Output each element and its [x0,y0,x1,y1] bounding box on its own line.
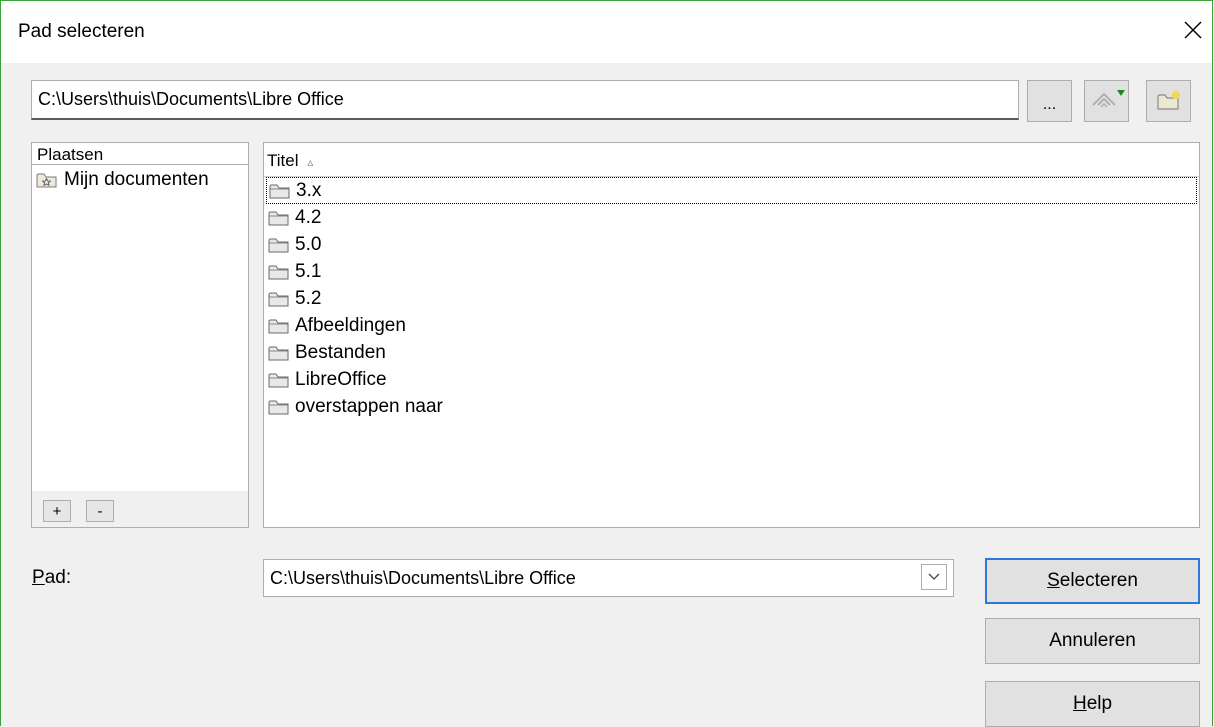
remove-place-label: - [97,502,103,520]
folder-icon [268,373,289,387]
places-item-label: Mijn documenten [64,169,209,190]
browse-button-label: ... [1042,96,1057,113]
column-header-label: Titel [267,151,299,170]
add-place-button[interactable]: + [43,500,71,522]
cancel-button[interactable]: Annuleren [985,618,1200,664]
file-name: 4.2 [295,206,322,228]
file-name: 3.x [296,179,322,201]
folder-icon [268,400,289,414]
file-list-item[interactable]: Bestanden [266,339,1197,366]
folder-icon [268,319,289,333]
select-button[interactable]: Selecteren [985,558,1200,604]
select-label-rest: electeren [1059,570,1138,591]
folder-icon [269,184,290,198]
file-name: Bestanden [295,341,386,363]
file-list-item[interactable]: LibreOffice [266,366,1197,393]
browse-button[interactable]: ... [1027,80,1072,122]
favorite-folder-icon [36,173,57,188]
file-name: Afbeeldingen [295,314,406,336]
file-name: 5.1 [295,260,322,282]
folder-icon [268,292,289,306]
file-list-item[interactable]: 5.0 [266,231,1197,258]
close-button[interactable] [1172,9,1212,49]
places-item-my-documents[interactable]: Mijn documenten [36,169,246,191]
path-label: Pad: [32,567,71,589]
file-list-item[interactable]: Afbeeldingen [266,312,1197,339]
places-header: Plaatsen [32,143,248,165]
file-list: 3.x 4.2 5.0 5.1 5.2 Afbeeldingen Bestanden Libr… [266,177,1197,420]
help-button[interactable]: Help [985,681,1200,727]
path-combobox[interactable]: C:\Users\thuis\Documents\Libre Office [263,559,954,597]
path-dropdown-button[interactable] [921,564,947,590]
sort-ascending-icon: ▵ [307,155,314,169]
file-name: overstappen naar [295,395,443,417]
close-icon [1184,21,1202,39]
up-one-level-button[interactable] [1084,80,1129,122]
help-label-rest: elp [1086,693,1113,714]
dropdown-arrow-icon [1116,90,1125,96]
path-label-rest: ad: [44,567,72,588]
title-bar: Pad selecteren [1,1,1212,63]
file-name: 5.2 [295,287,322,309]
folder-icon [268,211,289,225]
help-mnemonic: H [1072,693,1087,714]
new-folder-icon [1156,91,1180,110]
dialog-title: Pad selecteren [18,21,145,42]
select-path-dialog: Pad selecteren C:\Users\thuis\Documents\… [0,0,1213,727]
file-list-item[interactable]: 5.1 [266,258,1197,285]
folder-icon [268,265,289,279]
file-name: LibreOffice [295,368,387,390]
places-footer: + - [32,491,248,527]
new-folder-button[interactable] [1146,80,1191,122]
file-list-item[interactable]: 4.2 [266,204,1197,231]
file-list-panel: Titel ▵ 3.x 4.2 5.0 5.1 5.2 Afbeeldingen Besta… [263,142,1200,528]
folder-icon [268,238,289,252]
file-list-item[interactable]: 3.x [266,177,1197,204]
chevron-down-icon [928,573,940,580]
cancel-label: Annuleren [1049,630,1136,651]
folder-icon [268,346,289,360]
file-name: 5.0 [295,233,322,255]
file-list-item[interactable]: 5.2 [266,285,1197,312]
up-level-icon [1091,90,1125,108]
add-place-label: + [52,502,62,520]
path-combobox-value: C:\Users\thuis\Documents\Libre Office [270,568,576,588]
places-panel: Plaatsen Mijn documenten + - [31,142,249,528]
column-header-title[interactable]: Titel ▵ [264,143,1199,177]
remove-place-button[interactable]: - [86,500,114,522]
path-label-mnemonic: P [32,567,45,588]
select-mnemonic: S [1047,570,1060,591]
file-list-item[interactable]: overstappen naar [266,393,1197,420]
path-input[interactable]: C:\Users\thuis\Documents\Libre Office [31,80,1019,120]
